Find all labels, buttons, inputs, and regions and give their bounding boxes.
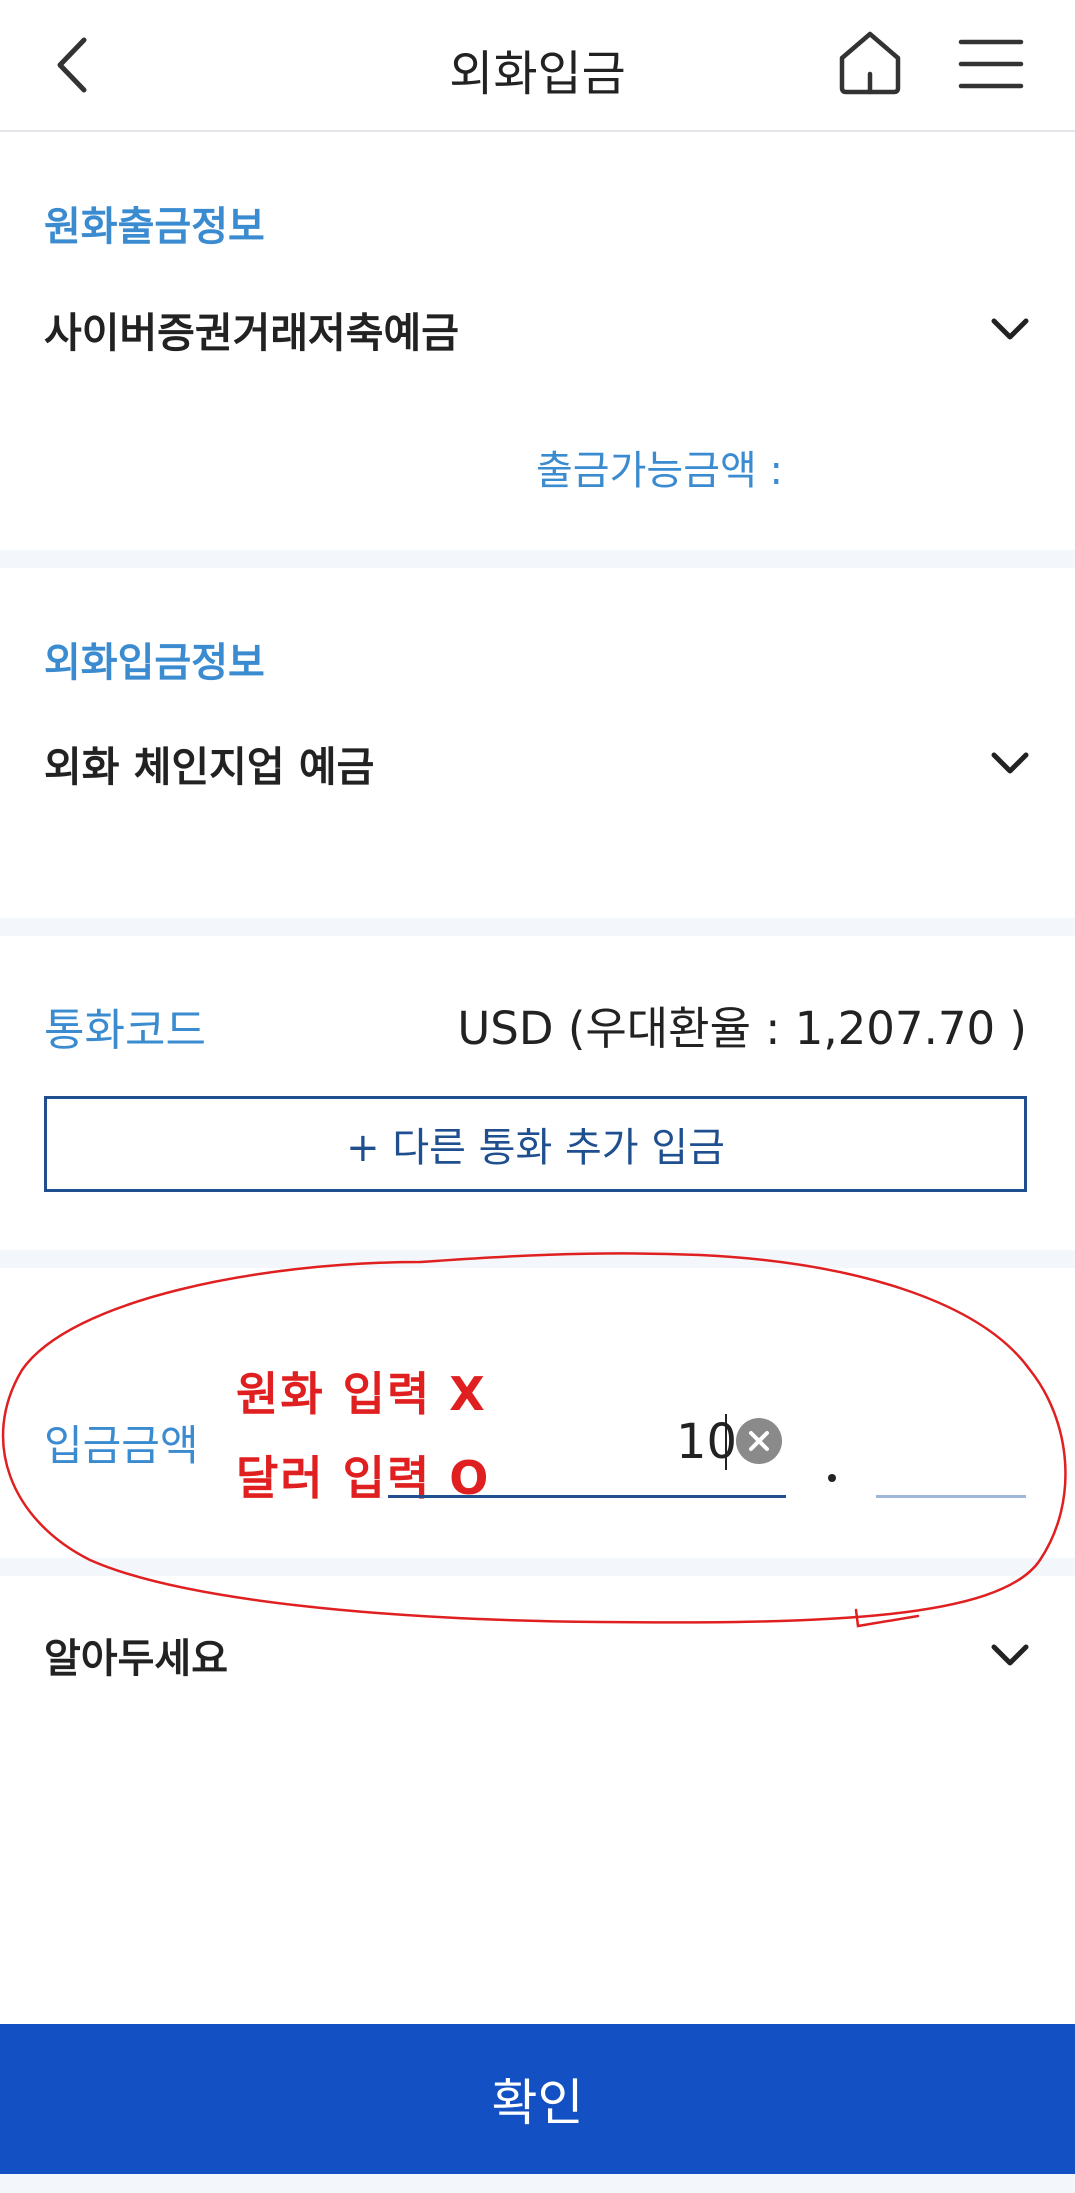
decimal-point xyxy=(828,1474,836,1482)
add-currency-button[interactable]: + 다른 통화 추가 입금 xyxy=(44,1096,1027,1192)
withdrawal-section-title: 원화출금정보 xyxy=(44,204,265,250)
currency-section: 통화코드 USD (우대환율 : 1,207.70 ) + 다른 통화 추가 입… xyxy=(0,936,1075,1250)
withdrawal-info-section: 원화출금정보 사이버증권거래저축예금 출금가능금액 : xyxy=(0,134,1075,550)
deposit-account-name: 외화 체인지업 예금 xyxy=(44,743,375,791)
confirm-button[interactable]: 확인 xyxy=(0,2024,1075,2174)
hamburger-menu-icon xyxy=(958,39,1024,89)
notice-label: 알아두세요 xyxy=(44,1636,228,1682)
section-divider xyxy=(0,1250,1075,1268)
notice-accordion[interactable]: 알아두세요 xyxy=(44,1620,1031,1690)
chevron-down-icon xyxy=(991,1644,1029,1666)
deposit-account-select[interactable]: 외화 체인지업 예금 xyxy=(44,728,1031,798)
top-app-bar: 외화입금 xyxy=(0,0,1075,132)
section-divider xyxy=(0,1558,1075,1576)
bottom-strip xyxy=(0,2174,1075,2193)
home-button[interactable] xyxy=(836,28,904,98)
clear-input-button[interactable] xyxy=(736,1418,782,1464)
section-divider xyxy=(0,550,1075,568)
deposit-info-section: 외화입금정보 외화 체인지업 예금 xyxy=(0,568,1075,918)
currency-code-label: 통화코드 xyxy=(44,1005,206,1056)
text-cursor xyxy=(725,1414,727,1470)
close-icon xyxy=(749,1431,769,1451)
withdrawal-account-name: 사이버증권거래저축예금 xyxy=(44,309,459,357)
chevron-down-icon xyxy=(991,318,1029,340)
page-title: 외화입금 xyxy=(449,46,626,102)
home-icon xyxy=(839,31,901,95)
withdrawal-account-select[interactable]: 사이버증권거래저축예금 xyxy=(44,294,1031,364)
available-amount-label: 출금가능금액 : xyxy=(536,448,783,494)
deposit-amount-label: 입금금액 xyxy=(44,1421,199,1470)
amount-integer-value: 10 xyxy=(676,1414,738,1470)
amount-decimal-input[interactable] xyxy=(876,1402,1026,1498)
section-divider xyxy=(0,918,1075,936)
menu-button[interactable] xyxy=(958,36,1024,92)
chevron-down-icon xyxy=(991,752,1029,774)
deposit-section-title: 외화입금정보 xyxy=(44,640,265,686)
currency-code-value: USD (우대환율 : 1,207.70 ) xyxy=(457,1002,1027,1055)
